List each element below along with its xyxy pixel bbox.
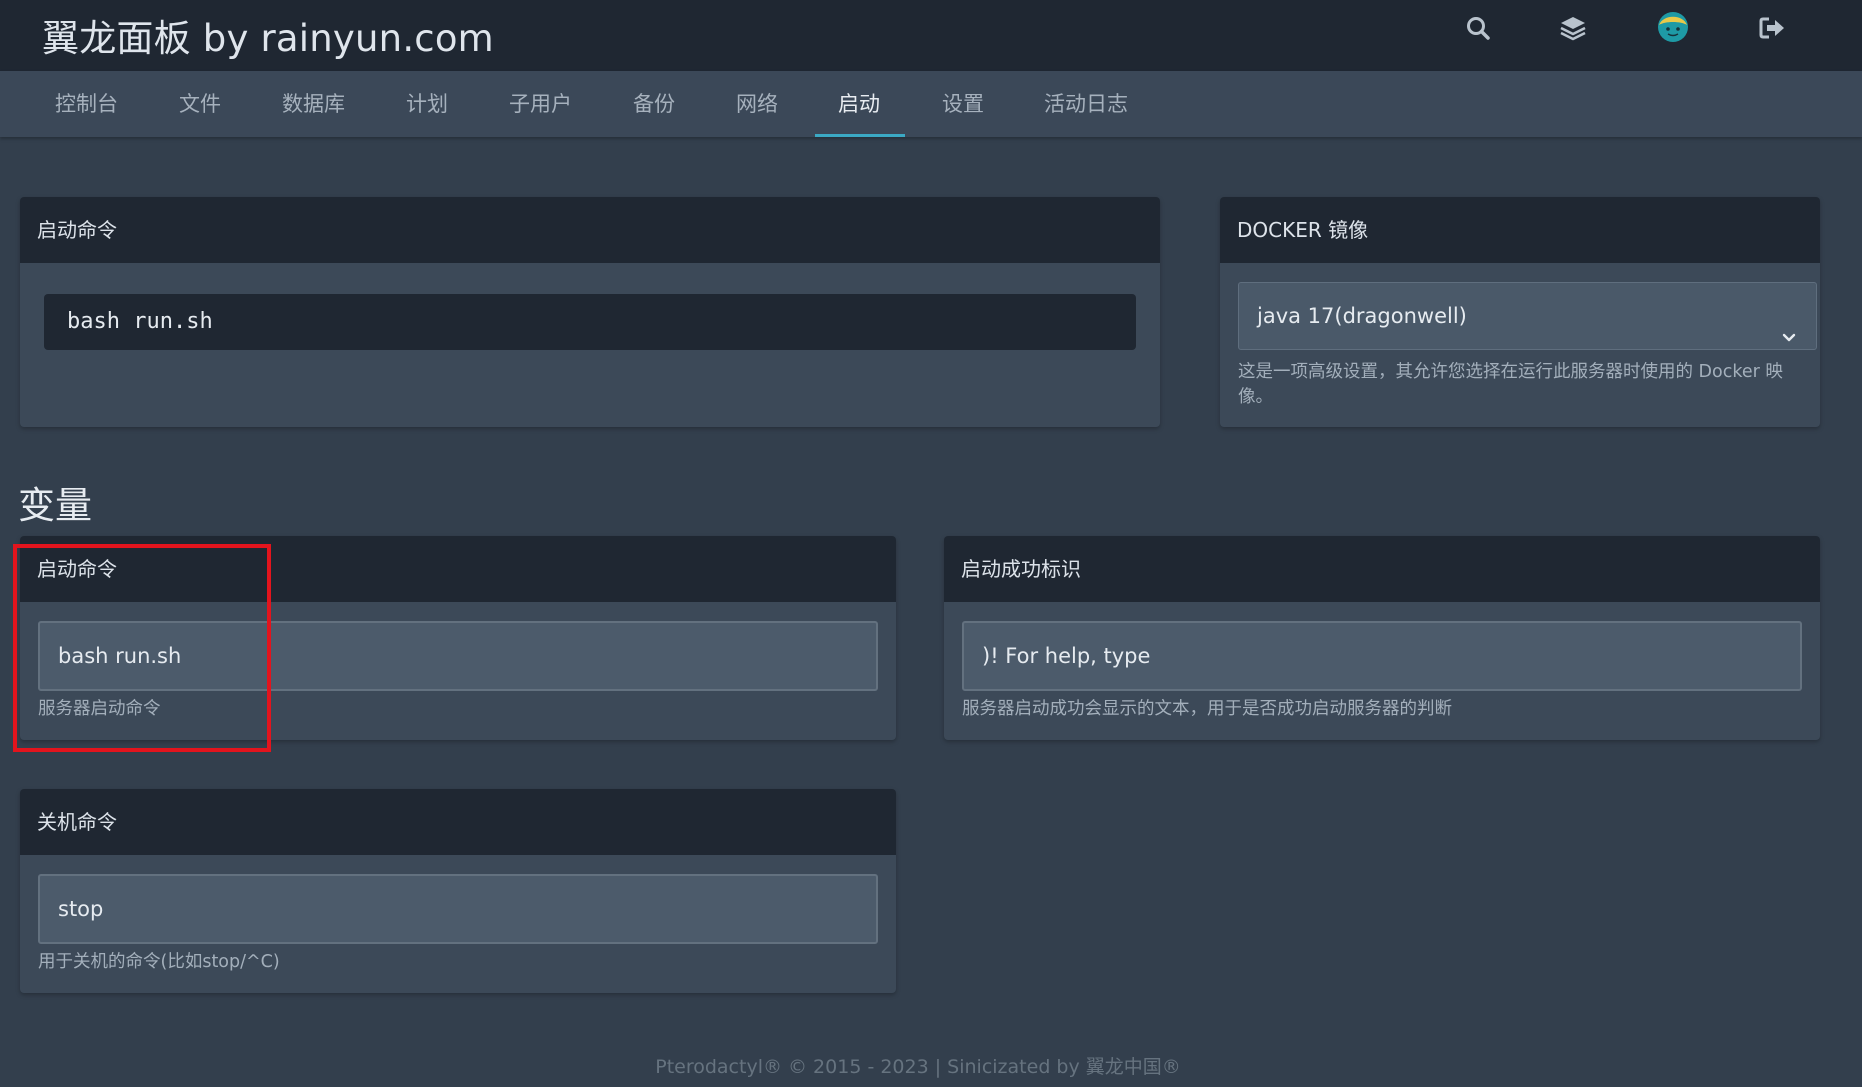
variable-title: 启动成功标识 (944, 536, 1820, 602)
startup-command-display: bash run.sh (44, 294, 1136, 350)
tab-network[interactable]: 网络 (736, 71, 778, 137)
docker-image-help: 这是一项高级设置，其允许您选择在运行此服务器时使用的 Docker 映像。 (1238, 362, 1783, 407)
tab-users[interactable]: 子用户 (509, 71, 572, 137)
tab-settings[interactable]: 设置 (942, 71, 984, 137)
variable-title: 关机命令 (20, 789, 896, 855)
docker-image-card: DOCKER 镜像 java 17(dragonwell) 这是一项高级设置，其… (1220, 197, 1820, 427)
brand-title[interactable]: 翼龙面板 by rainyun.com (42, 8, 494, 62)
server-nav: 控制台 文件 数据库 计划 子用户 备份 网络 启动 设置 活动日志 (0, 71, 1862, 137)
tab-console[interactable]: 控制台 (55, 71, 118, 137)
variables-heading: 变量 (18, 484, 92, 527)
logout-icon[interactable] (1756, 12, 1788, 44)
footer-copyright: Pterodactyl® © 2015 - 2023 | Sinicizated… (655, 1056, 1181, 1078)
tab-activity[interactable]: 活动日志 (1044, 71, 1128, 137)
top-bar: 翼龙面板 by rainyun.com (0, 0, 1862, 71)
layers-icon[interactable] (1557, 12, 1589, 44)
docker-image-title: DOCKER 镜像 (1220, 197, 1820, 263)
variable-help: 服务器启动成功会显示的文本，用于是否成功启动服务器的判断 (962, 699, 1452, 719)
variable-help: 用于关机的命令(比如stop/^C) (38, 952, 280, 972)
tab-schedules[interactable]: 计划 (406, 71, 448, 137)
done-marker-input[interactable]: )! For help, type (962, 621, 1802, 691)
active-tab-indicator (815, 134, 905, 137)
search-icon[interactable] (1462, 12, 1494, 44)
startup-command-title: 启动命令 (20, 197, 1160, 263)
docker-image-selected: java 17(dragonwell) (1257, 304, 1467, 328)
variable-card-done-marker: 启动成功标识 )! For help, type 服务器启动成功会显示的文本，用… (944, 536, 1820, 740)
docker-image-select[interactable]: java 17(dragonwell) (1238, 282, 1817, 350)
tab-startup[interactable]: 启动 (838, 71, 880, 137)
stop-command-input[interactable]: stop (38, 874, 878, 944)
tab-backups[interactable]: 备份 (633, 71, 675, 137)
variable-card-stop: 关机命令 stop 用于关机的命令(比如stop/^C) (20, 789, 896, 993)
tab-databases[interactable]: 数据库 (282, 71, 345, 137)
highlight-box (13, 544, 271, 752)
tab-files[interactable]: 文件 (179, 71, 221, 137)
startup-command-card: 启动命令 bash run.sh (20, 197, 1160, 427)
avatar[interactable] (1656, 10, 1690, 44)
